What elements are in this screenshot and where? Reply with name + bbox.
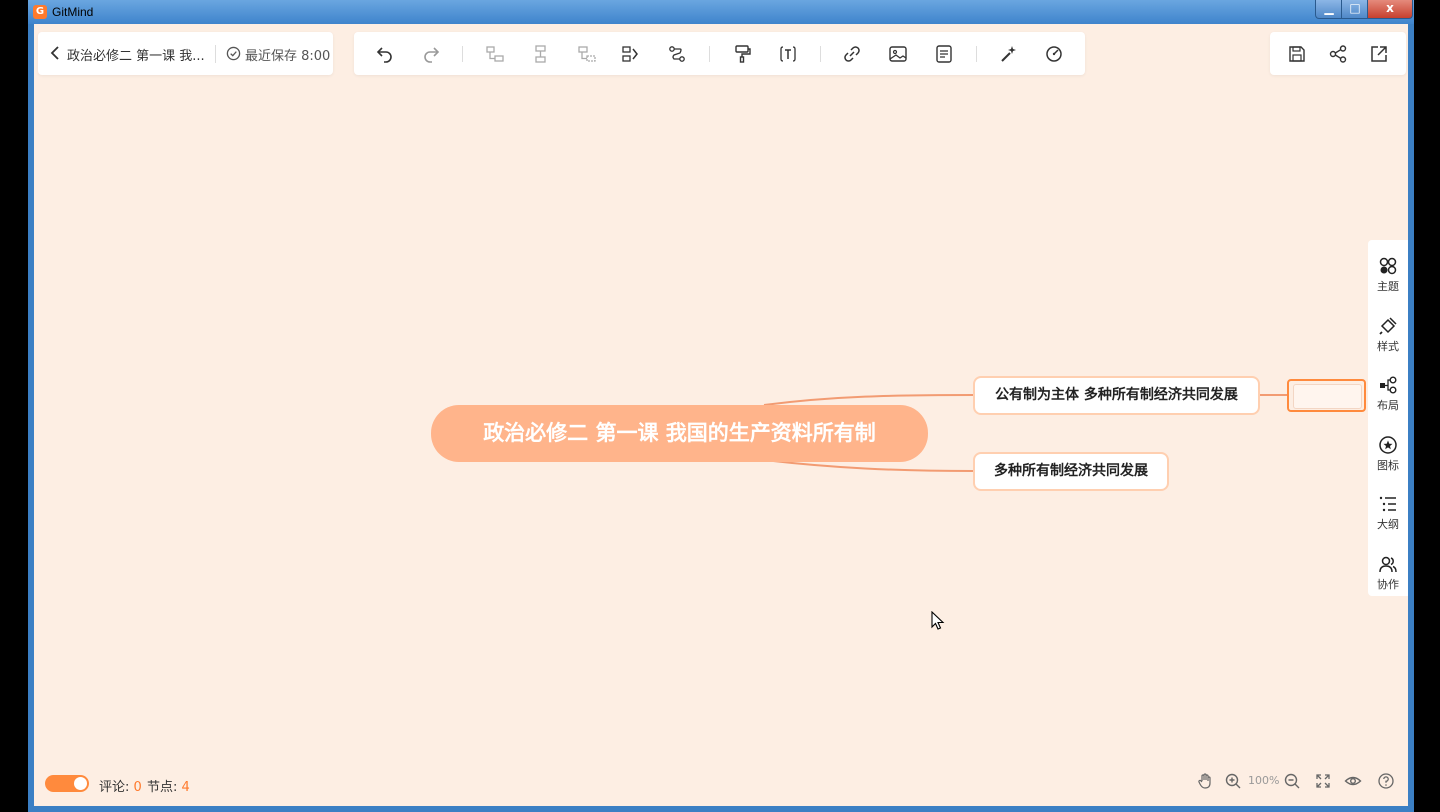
desktop-left-edge xyxy=(0,0,28,812)
zoom-out-icon[interactable] xyxy=(1283,772,1301,790)
comments-stat: 评论: 0 xyxy=(99,776,142,795)
comments-count: 0 xyxy=(133,780,142,795)
sidebar-item-outline[interactable]: 大纲 xyxy=(1368,486,1408,538)
icon-icon xyxy=(1379,436,1397,454)
child-node-2[interactable]: 多种所有制经济共同发展 xyxy=(973,452,1169,491)
maximize-button[interactable]: □ xyxy=(1341,0,1369,19)
app-title: GitMind xyxy=(52,5,94,19)
zoom-level: 100% xyxy=(1248,774,1280,787)
fit-screen-icon[interactable] xyxy=(1314,772,1332,790)
child-node-1[interactable]: 公有制为主体 多种所有制经济共同发展 xyxy=(973,376,1260,415)
style-icon xyxy=(1379,317,1397,335)
new-node-input[interactable] xyxy=(1293,384,1362,409)
sidebar-item-theme[interactable]: 主题 xyxy=(1368,248,1408,300)
sidebar-item-icon[interactable]: 图标 xyxy=(1368,427,1408,479)
root-node[interactable]: 政治必修二 第一课 我国的生产资料所有制 xyxy=(431,405,928,462)
nodes-label: 节点: xyxy=(147,780,178,795)
preview-eye-icon[interactable] xyxy=(1344,772,1362,790)
mouse-cursor-icon xyxy=(931,610,945,635)
theme-icon xyxy=(1379,257,1397,275)
sidebar-item-label: 协作 xyxy=(1377,578,1399,591)
outline-icon xyxy=(1379,496,1396,512)
layout-icon xyxy=(1380,376,1397,394)
collaborate-icon xyxy=(1379,556,1397,573)
sidebar-item-layout[interactable]: 布局 xyxy=(1368,367,1408,419)
sidebar-item-collaborate[interactable]: 协作 xyxy=(1368,546,1408,598)
comment-toggle[interactable] xyxy=(45,775,89,792)
title-bar: G GitMind ▁ □ x xyxy=(28,0,1414,24)
help-icon[interactable] xyxy=(1377,772,1395,790)
hand-tool-icon[interactable] xyxy=(1196,772,1214,790)
gitmind-logo-icon: G xyxy=(33,5,47,19)
minimize-button[interactable]: ▁ xyxy=(1315,0,1343,19)
mindmap-canvas[interactable]: 政治必修二 第一课 我... 最近保存 8:00 政治必修二 第一课 我国的生产… xyxy=(34,24,1408,806)
sidebar-item-label: 大纲 xyxy=(1377,518,1399,531)
zoom-in-icon[interactable] xyxy=(1224,772,1242,790)
close-button[interactable]: x xyxy=(1367,0,1413,19)
right-sidebar: 主题 样式 布局 图标 大纲 协作 xyxy=(1368,240,1408,596)
sidebar-item-label: 主题 xyxy=(1377,280,1399,293)
new-node-editor[interactable] xyxy=(1287,379,1366,412)
nodes-stat: 节点: 4 xyxy=(147,776,190,795)
branch-line-1 xyxy=(763,394,974,406)
sidebar-item-label: 布局 xyxy=(1377,399,1399,412)
window-bottom-border xyxy=(28,806,1414,812)
sidebar-item-label: 图标 xyxy=(1377,459,1399,472)
nodes-count: 4 xyxy=(181,780,190,795)
sidebar-item-style[interactable]: 样式 xyxy=(1368,308,1408,360)
sidebar-item-label: 样式 xyxy=(1377,340,1399,353)
comments-label: 评论: xyxy=(99,780,130,795)
app-window: G GitMind ▁ □ x 政治必修二 第一课 我... 最近保存 8:00 xyxy=(28,0,1414,812)
